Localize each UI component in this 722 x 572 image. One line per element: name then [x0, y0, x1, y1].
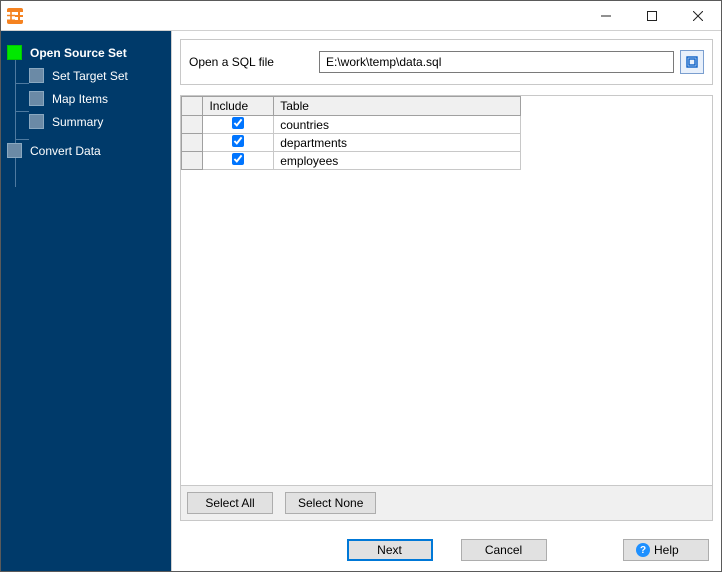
next-button[interactable]: Next [347, 539, 433, 561]
titlebar [1, 1, 721, 31]
wizard-step-set-target-set[interactable]: Set Target Set [7, 64, 165, 87]
table-name-cell[interactable]: employees [274, 152, 521, 170]
step-node-icon [7, 45, 22, 60]
table-row[interactable]: departments [182, 134, 521, 152]
wizard-footer: Next Cancel ? Help [172, 529, 721, 571]
step-label: Map Items [52, 92, 108, 106]
row-header-corner [182, 97, 203, 116]
col-include[interactable]: Include [203, 97, 274, 116]
help-button[interactable]: ? Help [623, 539, 709, 561]
table-row[interactable]: countries [182, 116, 521, 134]
minimize-button[interactable] [583, 1, 629, 31]
include-cell[interactable] [203, 134, 274, 152]
select-all-button[interactable]: Select All [187, 492, 273, 514]
step-node-icon [29, 114, 44, 129]
step-label: Convert Data [30, 144, 101, 158]
selection-bar: Select All Select None [180, 485, 713, 521]
include-checkbox[interactable] [232, 117, 244, 129]
table-name-cell[interactable]: departments [274, 134, 521, 152]
step-node-icon [29, 68, 44, 83]
col-table[interactable]: Table [274, 97, 521, 116]
table-name-cell[interactable]: countries [274, 116, 521, 134]
row-header[interactable] [182, 116, 203, 134]
include-checkbox[interactable] [232, 153, 244, 165]
step-node-icon [29, 91, 44, 106]
wizard-step-convert-data[interactable]: Convert Data [7, 139, 165, 162]
open-file-label: Open a SQL file [189, 55, 319, 69]
wizard-sidebar: Open Source Set Set Target Set Map Items… [1, 31, 171, 571]
app-icon [7, 8, 23, 24]
table-row[interactable]: employees [182, 152, 521, 170]
maximize-button[interactable] [629, 1, 675, 31]
browse-button[interactable] [680, 50, 704, 74]
step-label: Set Target Set [52, 69, 128, 83]
help-label: Help [654, 543, 679, 557]
step-label: Open Source Set [30, 46, 127, 60]
row-header[interactable] [182, 152, 203, 170]
include-cell[interactable] [203, 152, 274, 170]
step-node-icon [7, 143, 22, 158]
step-label: Summary [52, 115, 103, 129]
file-path-input[interactable] [319, 51, 674, 73]
close-button[interactable] [675, 1, 721, 31]
help-icon: ? [636, 543, 650, 557]
open-file-row: Open a SQL file [180, 39, 713, 85]
include-checkbox[interactable] [232, 135, 244, 147]
row-header[interactable] [182, 134, 203, 152]
wizard-step-open-source-set[interactable]: Open Source Set [7, 41, 165, 64]
cancel-button[interactable]: Cancel [461, 539, 547, 561]
wizard-step-map-items[interactable]: Map Items [7, 87, 165, 110]
tables-grid: Include Table countriesdepartmentsemploy… [180, 95, 713, 486]
select-none-button[interactable]: Select None [285, 492, 376, 514]
wizard-step-summary[interactable]: Summary [7, 110, 165, 133]
include-cell[interactable] [203, 116, 274, 134]
